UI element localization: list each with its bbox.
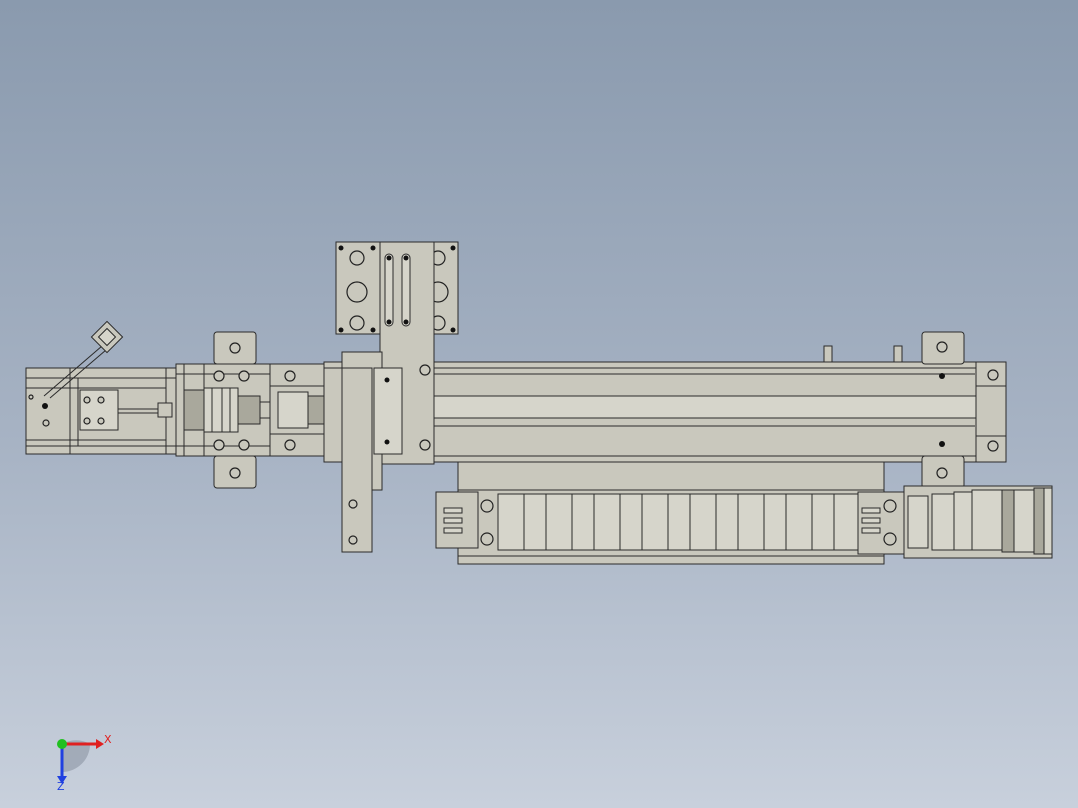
axis-triad: X Z bbox=[57, 733, 112, 793]
z-axis-label: Z bbox=[57, 780, 65, 793]
motor-flange[interactable] bbox=[175, 331, 271, 489]
y-axis-icon bbox=[57, 739, 67, 749]
linear-actuator-model[interactable]: X Z bbox=[0, 0, 1078, 808]
servo-motor[interactable] bbox=[25, 320, 177, 455]
cad-graphics-viewport[interactable]: X Z bbox=[0, 0, 1078, 808]
x-axis-label: X bbox=[104, 733, 112, 746]
chain-links bbox=[497, 493, 861, 551]
